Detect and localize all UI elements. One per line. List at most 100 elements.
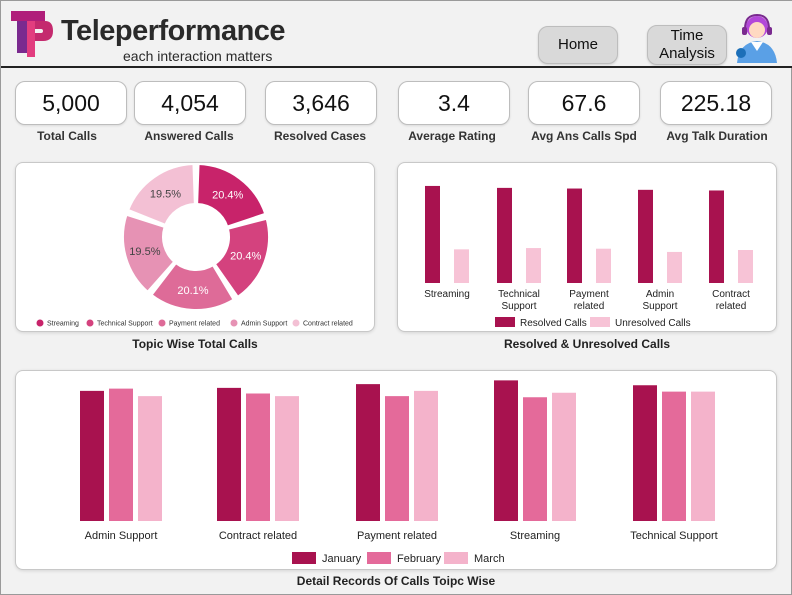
donut-slice-label: 20.4% (212, 190, 243, 202)
time-analysis-button[interactable]: Time Analysis (647, 25, 727, 65)
category-label: Contract related (219, 530, 297, 542)
kpi-value: 225.18 (680, 90, 752, 116)
kpi-label: Total Calls (37, 129, 97, 143)
resolved-unresolved-panel: Streaming Technical Support Payment related A… (397, 162, 777, 332)
category-label: Payment related (357, 530, 437, 542)
kpi-avg-ans-calls-spd-card: 67.6 (528, 81, 640, 125)
kpi-label: Avg Talk Duration (666, 129, 768, 143)
bar (356, 384, 380, 521)
bar (109, 388, 133, 521)
legend-marker (36, 319, 44, 327)
dashboard-frame: Teleperformance each interaction matters… (0, 0, 792, 595)
legend-label: Streaming (47, 321, 79, 328)
category-label: related (574, 301, 605, 312)
bar (596, 248, 611, 283)
time-analysis-label-line1: Time (670, 27, 704, 44)
donut-slice-label: 20.1% (177, 285, 208, 297)
detail-records-chart: Admin Support Contract related Payment rel… (80, 380, 718, 565)
kpi-answered-calls-card: 4,054 (134, 81, 246, 125)
bar (552, 392, 576, 521)
bar (275, 396, 299, 521)
time-analysis-button-label: Time Analysis (659, 27, 715, 63)
bar (667, 251, 682, 283)
legend-marker (230, 319, 238, 327)
bar (138, 396, 162, 521)
legend-swatch (495, 317, 515, 327)
donut-slice-label: 19.5% (150, 189, 181, 201)
kpi-value: 3,646 (292, 90, 350, 116)
donut-slice-label: 20.4% (230, 250, 261, 262)
category-label: Support (642, 301, 677, 312)
legend-label: February (397, 553, 442, 565)
kpi-label: Resolved Cases (273, 129, 367, 143)
donut-slice-label: 19.5% (129, 246, 160, 258)
detail-records-title: Detail Records Of Calls Toipc Wise (296, 574, 496, 588)
category-label: Admin (646, 289, 674, 300)
category-label: Payment (569, 289, 609, 300)
legend-swatch (590, 317, 610, 327)
topic-donut-title: Topic Wise Total Calls (132, 337, 258, 351)
kpi-average-rating-card: 3.4 (398, 81, 510, 125)
bar (567, 188, 582, 283)
legend-marker (86, 319, 94, 327)
kpi-avg-talk-duration-card: 225.18 (660, 81, 772, 125)
header-bar: Teleperformance each interaction matters… (1, 1, 792, 68)
kpi-value: 5,000 (42, 90, 100, 116)
bar (494, 380, 518, 521)
resolved-unresolved-chart: Streaming TechnicalSupportPaymentrelatedA… (424, 185, 753, 329)
category-label: Streaming (510, 530, 560, 542)
bar (633, 385, 657, 521)
bar (691, 391, 715, 521)
legend-swatch (367, 552, 391, 564)
bar (414, 390, 438, 521)
legend-label: Contract related (303, 321, 353, 328)
bar (385, 396, 409, 521)
bar (80, 390, 104, 521)
bar (246, 393, 270, 521)
legend-marker (292, 319, 300, 327)
category-label: Support (501, 301, 536, 312)
resolved-unresolved-title: Resolved & Unresolved Calls (503, 337, 671, 351)
legend-label: Technical Support (97, 321, 153, 328)
teleperformance-logo-icon (11, 11, 53, 57)
bar (454, 249, 469, 283)
legend-label: Resolved Calls (520, 318, 587, 329)
bar (709, 190, 724, 283)
bar (738, 250, 753, 283)
kpi-label: Average Rating (408, 129, 496, 143)
kpi-value: 67.6 (561, 90, 607, 116)
legend-swatch (292, 552, 316, 564)
bar (497, 187, 512, 283)
bar (526, 248, 541, 283)
bar (523, 397, 547, 521)
legend-label: Admin Support (241, 321, 287, 328)
bar (425, 185, 440, 283)
bar (638, 189, 653, 283)
legend-swatch (444, 552, 468, 564)
category-label: Technical (498, 289, 540, 300)
topic-donut-chart: 20.4% 20.4% 20.1% 19.5% 19.5% Streaming Techni… (36, 163, 353, 328)
kpi-value: 4,054 (161, 90, 219, 116)
brand-name: Teleperformance (61, 15, 286, 47)
kpi-total-calls-card: 5,000 (15, 81, 127, 125)
bar (662, 391, 686, 521)
kpi-label: Avg Ans Calls Spd (531, 129, 637, 143)
bar (217, 387, 241, 521)
topic-donut-panel: 20.4% 20.4% 20.1% 19.5% 19.5% Streaming Techni… (15, 162, 375, 332)
category-label: related (716, 301, 747, 312)
kpi-value: 3.4 (438, 90, 470, 116)
brand-tagline: each interaction matters (123, 48, 273, 64)
home-button[interactable]: Home (538, 26, 618, 64)
call-center-agent-icon (736, 13, 777, 63)
legend-label: March (474, 553, 505, 565)
legend-label: Unresolved Calls (615, 318, 691, 329)
category-label: Streaming (424, 289, 470, 300)
kpi-resolved-cases-card: 3,646 (265, 81, 377, 125)
legend-label: Payment related (169, 321, 220, 328)
legend-marker (158, 319, 166, 327)
category-label: Contract (712, 289, 750, 300)
category-label: Technical Support (630, 530, 717, 542)
home-button-label: Home (557, 36, 598, 53)
kpi-label: Answered Calls (144, 129, 234, 143)
detail-records-panel: Admin Support Contract related Payment rel… (15, 370, 777, 570)
